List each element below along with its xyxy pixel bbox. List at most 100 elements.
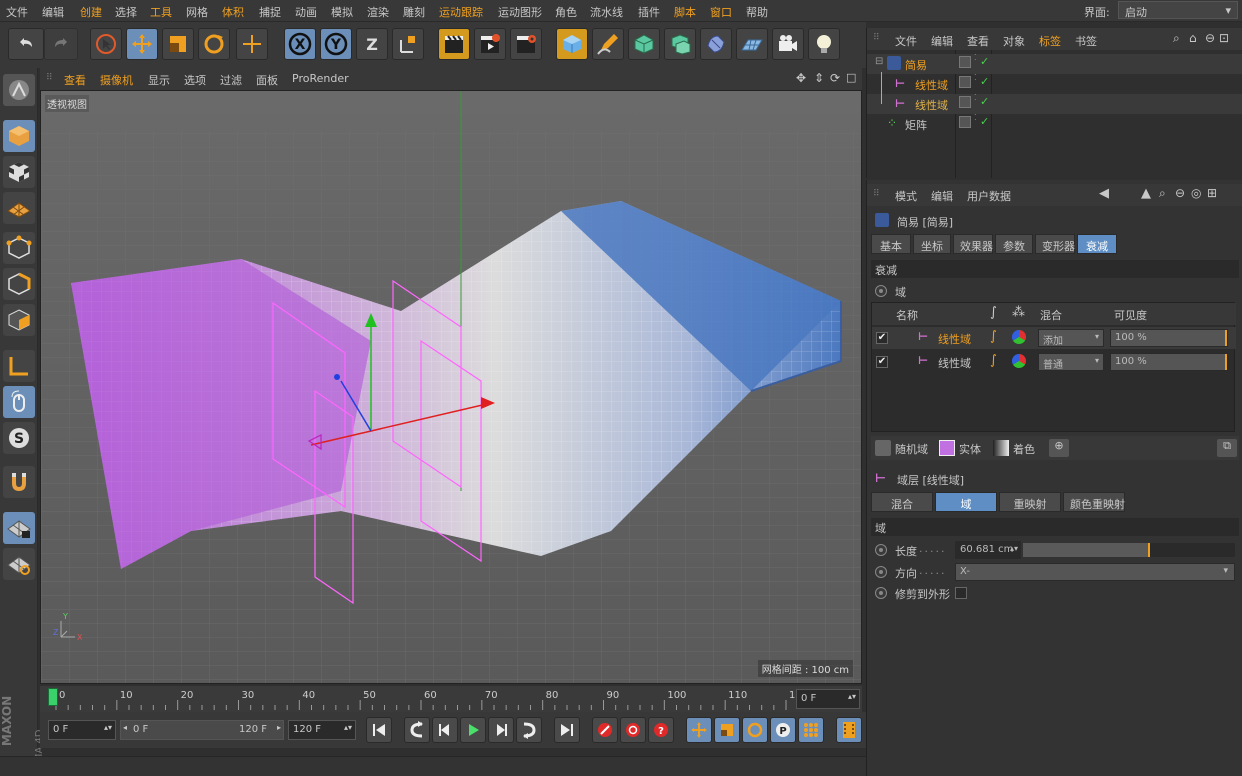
- tab-parameters[interactable]: 参数: [995, 234, 1033, 254]
- blend-select[interactable]: 添加 ▾: [1038, 329, 1104, 347]
- move-button[interactable]: [126, 28, 158, 60]
- vp-menu-filter[interactable]: 过滤: [220, 72, 242, 88]
- menu-render[interactable]: 渲染: [367, 4, 389, 20]
- menu-snap[interactable]: 捕捉: [259, 4, 281, 20]
- collapse-icon[interactable]: ⊟: [875, 56, 883, 67]
- vp-menu-prorender[interactable]: ProRender: [292, 72, 349, 85]
- menu-create[interactable]: 创建: [80, 4, 102, 20]
- frame-range-slider[interactable]: 0 F 120 F ◂ ▸: [120, 720, 284, 740]
- deformer-button[interactable]: [700, 28, 732, 60]
- curve-icon[interactable]: ∫: [990, 353, 997, 368]
- render-to-picture-viewer-button[interactable]: [474, 28, 506, 60]
- tab-basic[interactable]: 基本: [871, 234, 911, 254]
- start-frame-field[interactable]: 0 F ▴▾: [48, 720, 116, 740]
- edges-mode-button[interactable]: [3, 268, 35, 300]
- tab-deformer[interactable]: 变形器: [1035, 234, 1075, 254]
- enabled-check-icon[interactable]: ✓: [980, 115, 989, 128]
- lock-workplane-button[interactable]: [3, 512, 35, 544]
- viewport[interactable]: Y X Z 透视视图 网格间距 : 100 cm: [40, 90, 862, 684]
- layer-tab-blending[interactable]: 混合: [871, 492, 933, 512]
- curve-icon[interactable]: ∫: [990, 329, 997, 344]
- previous-frame-button[interactable]: [432, 717, 458, 743]
- direction-select[interactable]: X- ▾: [955, 563, 1235, 581]
- next-key-button[interactable]: [516, 717, 542, 743]
- solo-button[interactable]: S: [3, 422, 35, 454]
- rotate-button[interactable]: [198, 28, 230, 60]
- enabled-check-icon[interactable]: ✓: [980, 75, 989, 88]
- layout-select[interactable]: 启动 ▾: [1118, 1, 1238, 19]
- random-field-button[interactable]: 随机域: [895, 441, 928, 457]
- new-panel-icon[interactable]: ⊞: [1207, 186, 1217, 200]
- vp-menu-display[interactable]: 显示: [148, 72, 170, 88]
- om-menu-tags[interactable]: 标签: [1039, 33, 1061, 49]
- key-position-button[interactable]: [686, 717, 712, 743]
- drag-handle-icon[interactable]: ⠿: [46, 73, 53, 83]
- menu-simulate[interactable]: 模拟: [331, 4, 353, 20]
- vp-menu-camera[interactable]: 摄像机: [100, 72, 133, 88]
- menu-file[interactable]: 文件: [6, 4, 28, 20]
- transform-button[interactable]: [236, 28, 268, 60]
- copy-icon[interactable]: ⧉: [1217, 439, 1237, 457]
- timeline-window-button[interactable]: [836, 717, 862, 743]
- menu-motion-tracking[interactable]: 运动跟踪: [439, 4, 483, 20]
- length-slider[interactable]: [1023, 543, 1235, 557]
- drag-handle-icon[interactable]: ⠿: [873, 189, 880, 199]
- key-scale-button[interactable]: [714, 717, 740, 743]
- subdivision-button[interactable]: [628, 28, 660, 60]
- camera-button[interactable]: [772, 28, 804, 60]
- pan-view-icon[interactable]: ✥: [796, 71, 806, 85]
- snap-button[interactable]: [3, 466, 35, 498]
- drag-handle-icon[interactable]: ⠿: [873, 33, 880, 43]
- visibility-slider[interactable]: 100 %: [1110, 353, 1228, 371]
- shader-field-button[interactable]: 着色: [1013, 441, 1035, 457]
- current-frame-field[interactable]: 0 F ▴▾: [796, 689, 860, 709]
- points-mode-button[interactable]: [3, 232, 35, 264]
- menu-window[interactable]: 窗口: [710, 4, 732, 20]
- tab-coord[interactable]: 坐标: [913, 234, 951, 254]
- live-selection-button[interactable]: [90, 28, 122, 60]
- am-menu-edit[interactable]: 编辑: [931, 188, 953, 204]
- z-axis-button[interactable]: Z: [356, 28, 388, 60]
- vp-menu-panel[interactable]: 面板: [256, 72, 278, 88]
- length-field[interactable]: 60.681 cm ▴▾: [955, 541, 1021, 559]
- arrow-left-icon[interactable]: ◂: [123, 723, 127, 732]
- menu-script[interactable]: 脚本: [674, 4, 696, 20]
- menu-tools[interactable]: 工具: [150, 4, 172, 20]
- play-button[interactable]: [460, 717, 486, 743]
- menu-select[interactable]: 选择: [115, 4, 137, 20]
- menu-mesh[interactable]: 网格: [186, 4, 208, 20]
- light-button[interactable]: [808, 28, 840, 60]
- redo-button[interactable]: [44, 28, 78, 60]
- zoom-view-icon[interactable]: ⇕: [814, 71, 824, 85]
- field-row[interactable]: ✔ ⊢ 线性域 ∫ 普通 ▾ 100 %: [872, 351, 1236, 373]
- lock-icon[interactable]: ⊖: [1175, 186, 1185, 200]
- menu-plugins[interactable]: 插件: [638, 4, 660, 20]
- keyframe-selection-button[interactable]: ?: [648, 717, 674, 743]
- direction-radio[interactable]: [875, 566, 887, 578]
- previous-key-button[interactable]: [404, 717, 430, 743]
- layer-swatch[interactable]: [959, 76, 971, 88]
- render-view-button[interactable]: [438, 28, 470, 60]
- rotate-view-icon[interactable]: ⟳: [830, 71, 840, 85]
- menu-volume[interactable]: 体积: [222, 4, 244, 20]
- key-pla-button[interactable]: [798, 717, 824, 743]
- go-to-start-button[interactable]: [366, 717, 392, 743]
- tab-falloff[interactable]: 衰减: [1077, 234, 1117, 254]
- visibility-slider[interactable]: 100 %: [1110, 329, 1228, 347]
- menu-help[interactable]: 帮助: [746, 4, 768, 20]
- target-icon[interactable]: ◎: [1191, 186, 1201, 200]
- menu-edit[interactable]: 编辑: [42, 4, 64, 20]
- x-axis-button[interactable]: X: [284, 28, 316, 60]
- add-layer-icon[interactable]: ⊕: [1049, 439, 1069, 457]
- maximize-view-icon[interactable]: □: [846, 71, 856, 84]
- layer-tab-field[interactable]: 域: [935, 492, 997, 512]
- om-menu-edit[interactable]: 编辑: [931, 33, 953, 49]
- undo-button[interactable]: [8, 28, 44, 60]
- timeline-ruler[interactable]: 0102030405060708090100110120 0 F▴▾: [40, 686, 862, 712]
- arrow-right-icon[interactable]: ▸: [277, 723, 281, 732]
- make-editable-button[interactable]: [3, 74, 35, 106]
- color-circles-icon[interactable]: [1012, 330, 1026, 344]
- object-row-linear-field-2[interactable]: ⊢ 线性域: [867, 92, 1242, 114]
- end-frame-field[interactable]: 120 F ▴▾: [288, 720, 356, 740]
- layer-tab-remapping[interactable]: 重映射: [999, 492, 1061, 512]
